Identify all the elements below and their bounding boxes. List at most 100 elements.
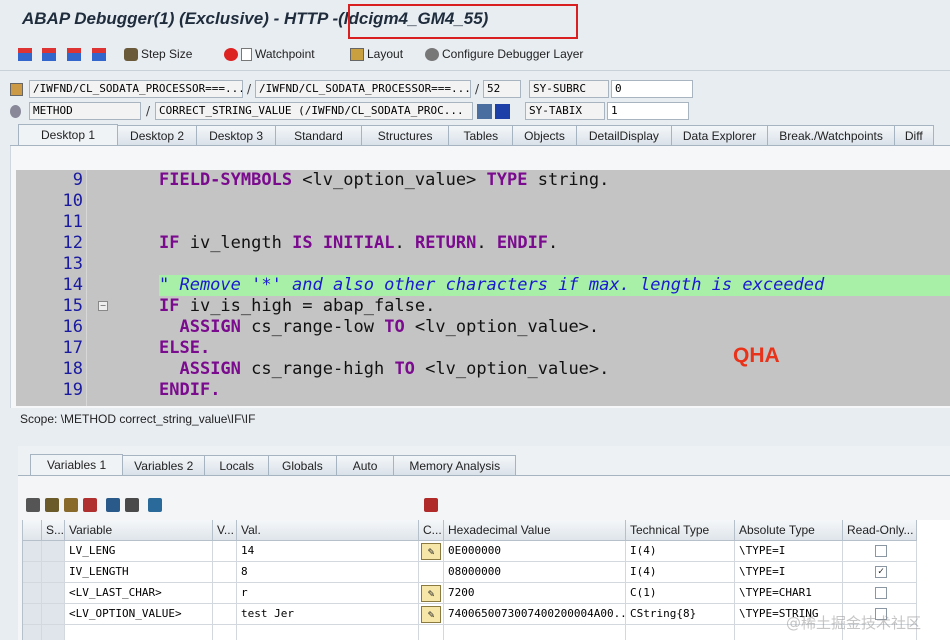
tab-desktop-3[interactable]: Desktop 3 bbox=[196, 125, 277, 146]
absolute-type: \TYPE=CHAR1 bbox=[735, 583, 843, 604]
variable-value[interactable]: test Jer bbox=[237, 604, 419, 625]
table-row[interactable]: <LV_LAST_CHAR> r ✎ 7200 C(1) \TYPE=CHAR1 bbox=[23, 583, 950, 604]
technical-type: C(1) bbox=[626, 583, 735, 604]
export-icon[interactable] bbox=[64, 498, 78, 512]
layout-button[interactable]: Layout bbox=[350, 45, 403, 63]
tab-desktop-1[interactable]: Desktop 1 bbox=[18, 124, 119, 146]
variable-name[interactable]: <LV_LAST_CHAR> bbox=[65, 583, 213, 604]
continue-button[interactable] bbox=[92, 45, 109, 63]
expand-icon[interactable] bbox=[125, 498, 139, 512]
source-code-view[interactable]: 9 FIELD-SYMBOLS <lv_option_value> TYPE st… bbox=[16, 170, 950, 406]
document-icon bbox=[241, 47, 252, 61]
tab-locals[interactable]: Locals bbox=[204, 455, 269, 476]
tab-globals[interactable]: Globals bbox=[268, 455, 337, 476]
return-button[interactable] bbox=[67, 45, 84, 63]
step-over-button[interactable] bbox=[42, 45, 59, 63]
variable-name[interactable]: <LV_OPTION_VALUE> bbox=[65, 604, 213, 625]
sy-tabix-value[interactable]: 1 bbox=[607, 102, 689, 120]
table-icon[interactable] bbox=[477, 103, 492, 119]
code-line[interactable]: 10 bbox=[16, 191, 950, 212]
folder-icon[interactable] bbox=[148, 498, 162, 512]
event-field[interactable]: CORRECT_STRING_VALUE (/IWFND/CL_SODATA_P… bbox=[155, 102, 473, 120]
technical-type: CString{8} bbox=[626, 604, 735, 625]
include-field[interactable]: /IWFND/CL_SODATA_PROCESSOR===... bbox=[255, 80, 471, 98]
code-line[interactable]: 16 ASSIGN cs_range-low TO <lv_option_val… bbox=[16, 317, 950, 338]
desktop-tabs: Desktop 1 Desktop 2 Desktop 3 Standard S… bbox=[18, 124, 934, 146]
col-header-absolute-type[interactable]: Absolute Type bbox=[735, 520, 843, 541]
col-header-variable[interactable]: Variable bbox=[65, 520, 213, 541]
tab-objects[interactable]: Objects bbox=[512, 125, 577, 146]
details-icon[interactable] bbox=[45, 498, 59, 512]
tab-standard[interactable]: Standard bbox=[275, 125, 362, 146]
variable-name[interactable]: IV_LENGTH bbox=[65, 562, 213, 583]
method-icon bbox=[10, 104, 21, 118]
hierarchy-icon[interactable] bbox=[106, 498, 120, 512]
code-line[interactable]: 13 bbox=[16, 254, 950, 275]
step-into-button[interactable] bbox=[18, 45, 35, 63]
read-only-checkbox[interactable] bbox=[875, 587, 887, 599]
col-header-technical-type[interactable]: Technical Type bbox=[626, 520, 735, 541]
col-header-s[interactable]: S... bbox=[42, 520, 65, 541]
code-line[interactable]: 17 ELSE. bbox=[16, 338, 950, 359]
code-line[interactable]: 14 " Remove '*' and also other characters… bbox=[16, 275, 950, 296]
code-line[interactable]: 18 ASSIGN cs_range-high TO <lv_option_va… bbox=[16, 359, 950, 380]
gear-icon bbox=[425, 47, 439, 61]
program-field[interactable]: /IWFND/CL_SODATA_PROCESSOR===... bbox=[29, 80, 243, 98]
tab-memory-analysis[interactable]: Memory Analysis bbox=[393, 455, 517, 476]
step-size-label: Step Size bbox=[141, 47, 193, 61]
code-line[interactable]: 12 IF iv_length IS INITIAL. RETURN. ENDIF… bbox=[16, 233, 950, 254]
sy-subrc-value[interactable]: 0 bbox=[611, 80, 693, 98]
line-field[interactable]: 52 bbox=[483, 80, 521, 98]
step-size-button[interactable]: Step Size bbox=[124, 45, 192, 63]
fold-toggle-icon[interactable]: − bbox=[98, 301, 108, 311]
footsteps-icon bbox=[124, 47, 138, 61]
tab-break-watchpoints[interactable]: Break./Watchpoints bbox=[767, 125, 895, 146]
code-line[interactable]: 19 ENDIF. bbox=[16, 380, 950, 401]
save-icon[interactable] bbox=[424, 498, 438, 512]
col-header-c[interactable]: C... bbox=[419, 520, 444, 541]
col-header-read-only[interactable]: Read-Only... bbox=[843, 520, 917, 541]
code-line[interactable]: 15 IF iv_is_high = abap_false. bbox=[16, 296, 950, 317]
event-type-field[interactable]: METHOD bbox=[29, 102, 141, 120]
code-line[interactable]: 9 FIELD-SYMBOLS <lv_option_value> TYPE st… bbox=[16, 170, 950, 191]
configure-layer-button[interactable]: Configure Debugger Layer bbox=[425, 45, 583, 63]
tab-desktop-2[interactable]: Desktop 2 bbox=[117, 125, 198, 146]
read-only-checkbox-checked[interactable]: ✓ bbox=[875, 566, 887, 578]
title-bar: ABAP Debugger(1) (Exclusive) - HTTP -(ld… bbox=[0, 0, 950, 40]
tab-variables-2[interactable]: Variables 2 bbox=[122, 455, 206, 476]
table-row[interactable]: LV_LENG 14 ✎ 0E000000 I(4) \TYPE=I bbox=[23, 541, 950, 562]
col-header-v[interactable]: V... bbox=[213, 520, 237, 541]
watermark: @稀土掘金技术社区 bbox=[786, 614, 922, 632]
variable-value[interactable]: r bbox=[237, 583, 419, 604]
code-line[interactable]: 11 bbox=[16, 212, 950, 233]
watchpoint-button[interactable]: Watchpoint bbox=[224, 45, 315, 63]
variable-value[interactable]: 14 bbox=[237, 541, 419, 562]
sy-tabix-label: SY-TABIX bbox=[525, 102, 605, 120]
tab-auto[interactable]: Auto bbox=[335, 455, 395, 476]
absolute-type: \TYPE=I bbox=[735, 541, 843, 562]
tab-diff[interactable]: Diff bbox=[893, 125, 934, 146]
table-row[interactable]: IV_LENGTH 8 08000000 I(4) \TYPE=I ✓ bbox=[23, 562, 950, 583]
grid-header: S... Variable V... Val. C... Hexadecimal… bbox=[23, 520, 950, 541]
annotation-text: QHA bbox=[733, 344, 780, 367]
tab-tables[interactable]: Tables bbox=[448, 125, 514, 146]
info-icon[interactable] bbox=[495, 103, 510, 119]
variable-value[interactable]: 8 bbox=[237, 562, 419, 583]
col-header-hex[interactable]: Hexadecimal Value bbox=[444, 520, 626, 541]
tab-data-explorer[interactable]: Data Explorer bbox=[670, 125, 769, 146]
delete-icon[interactable] bbox=[26, 498, 40, 512]
sy-subrc-label: SY-SUBRC bbox=[529, 80, 609, 98]
read-only-checkbox[interactable] bbox=[875, 545, 887, 557]
tab-structures[interactable]: Structures bbox=[360, 125, 450, 146]
tab-detaildisplay[interactable]: DetailDisplay bbox=[575, 125, 672, 146]
variable-name[interactable]: LV_LENG bbox=[65, 541, 213, 562]
save-layout-icon[interactable] bbox=[83, 498, 97, 512]
col-header-val[interactable]: Val. bbox=[237, 520, 419, 541]
tab-variables-1[interactable]: Variables 1 bbox=[30, 454, 124, 476]
layout-label: Layout bbox=[367, 47, 404, 61]
hex-value: 0E000000 bbox=[444, 541, 626, 562]
pencil-icon[interactable]: ✎ bbox=[421, 606, 441, 623]
pencil-icon[interactable]: ✎ bbox=[421, 543, 441, 560]
pencil-icon[interactable]: ✎ bbox=[421, 585, 441, 602]
absolute-type: \TYPE=I bbox=[735, 562, 843, 583]
